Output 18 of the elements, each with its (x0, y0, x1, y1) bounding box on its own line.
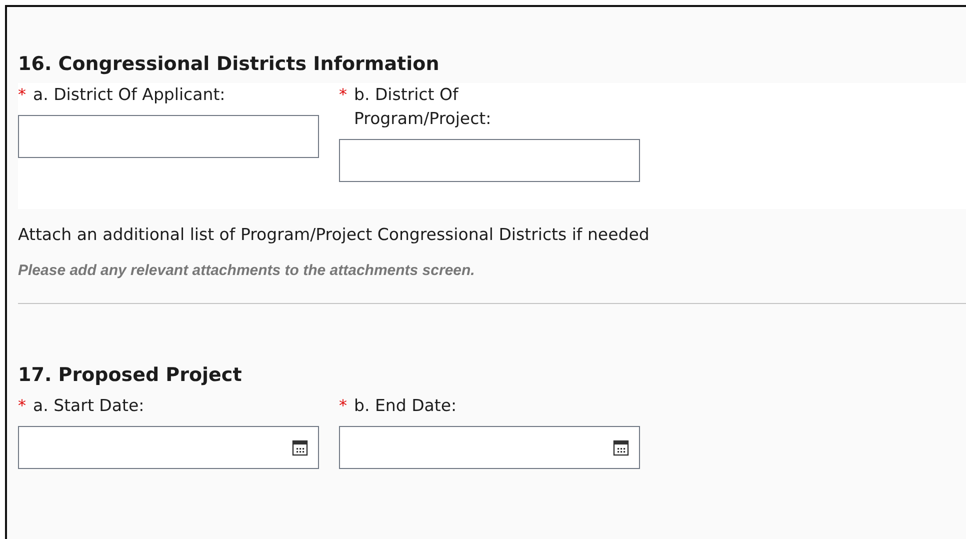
input-field[interactable] (339, 139, 640, 182)
field-label: b. District Of Program/Project: (354, 84, 492, 130)
required-asterisk: * (18, 395, 26, 417)
required-asterisk: * (339, 84, 347, 106)
required-asterisk: * (339, 395, 347, 417)
hint-text: Please add any relevant attachments to the attachments screen. (18, 262, 476, 279)
input-field[interactable] (18, 115, 319, 158)
calendar-icon[interactable] (292, 440, 308, 456)
field-label: a. District Of Applicant: (33, 84, 226, 106)
required-asterisk: * (18, 84, 26, 106)
section-heading: 17. Proposed Project (18, 364, 243, 386)
date-field[interactable] (339, 426, 640, 469)
note-text: Attach an additional list of Program/Project Congressional Districts if needed (18, 225, 650, 244)
section-heading: 16. Congressional Districts Information (18, 53, 440, 75)
field-label: a. Start Date: (33, 395, 144, 417)
field-label: b. End Date: (354, 395, 457, 417)
date-field[interactable] (18, 426, 319, 469)
calendar-icon[interactable] (613, 440, 629, 456)
